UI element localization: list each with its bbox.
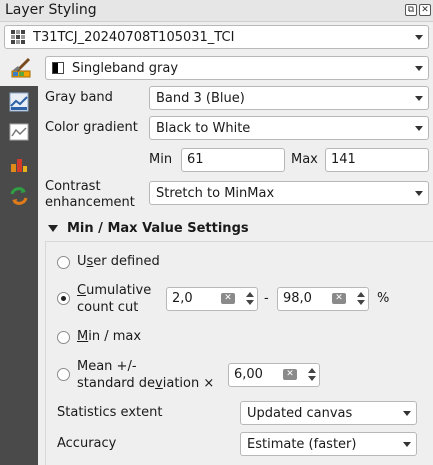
accuracy-value: Estimate (faster): [247, 436, 357, 452]
cut-high-spinbox[interactable]: 98,0 ✕: [277, 287, 369, 311]
stats-extent-value: Updated canvas: [247, 405, 353, 421]
mean-label-line2[interactable]: standard deviation ×: [77, 376, 214, 391]
raster-layer-icon: [11, 30, 25, 44]
panel-titlebar: Layer Styling ⧉ ✕: [0, 0, 433, 22]
contrast-label-line2: enhancement: [45, 195, 135, 210]
stats-extent-select[interactable]: Updated canvas: [240, 401, 417, 425]
max-input[interactable]: 141: [325, 148, 429, 172]
percent-unit: %: [377, 291, 390, 306]
chevron-down-icon: [410, 65, 428, 71]
histogram-icon[interactable]: [9, 154, 29, 174]
contrast-enhancement-select[interactable]: Stretch to MinMax: [149, 181, 429, 205]
spin-arrows-icon[interactable]: [307, 366, 317, 384]
clear-icon[interactable]: ✕: [221, 293, 235, 304]
panel-title: Layer Styling: [5, 2, 97, 18]
chevron-down-icon: [410, 95, 428, 101]
color-gradient-select[interactable]: Black to White: [149, 116, 429, 140]
spin-arrows-icon[interactable]: [245, 290, 255, 308]
float-icon[interactable]: ⧉: [405, 4, 417, 16]
min-label: Min: [149, 152, 173, 167]
contrast-enhancement-value: Stretch to MinMax: [156, 185, 275, 201]
mean-stddev-radio[interactable]: [57, 368, 70, 381]
chevron-down-icon: [398, 410, 416, 416]
chevron-down-icon: [398, 441, 416, 447]
minmax-label[interactable]: Min / max: [77, 329, 141, 344]
gray-band-label: Gray band: [45, 90, 113, 105]
gradient-icon: [52, 62, 64, 74]
paint-brush-icon: [9, 57, 35, 79]
cut-high-value: 98,0: [283, 291, 312, 306]
gray-band-select[interactable]: Band 3 (Blue): [149, 86, 429, 110]
color-gradient-value: Black to White: [156, 120, 251, 136]
min-input[interactable]: 61: [181, 148, 285, 172]
user-defined-label[interactable]: User defined: [77, 254, 160, 269]
cumulative-label-line1[interactable]: Cumulative: [77, 283, 151, 298]
renderer-select[interactable]: Singleband gray: [45, 56, 429, 80]
gray-band-value: Band 3 (Blue): [156, 90, 245, 106]
history-icon[interactable]: [9, 186, 29, 206]
layer-select[interactable]: T31TCJ_20240708T105031_TCI: [4, 25, 429, 49]
spin-arrows-icon[interactable]: [356, 290, 366, 308]
mean-label-line1[interactable]: Mean +/-: [77, 359, 137, 374]
clear-icon[interactable]: ✕: [332, 293, 346, 304]
stats-extent-label: Statistics extent: [57, 405, 163, 420]
chevron-down-icon: [410, 34, 428, 40]
renderer-select-value: Singleband gray: [72, 60, 179, 76]
collapse-arrow-icon: [48, 224, 58, 232]
symbology-icon[interactable]: [9, 92, 29, 112]
user-defined-radio[interactable]: [57, 256, 70, 269]
chevron-down-icon: [410, 125, 428, 131]
close-icon[interactable]: ✕: [419, 4, 431, 16]
cut-separator: -: [264, 291, 269, 306]
contrast-label-line1: Contrast: [45, 179, 101, 194]
transparency-icon[interactable]: [9, 122, 29, 142]
minmax-radio[interactable]: [57, 331, 70, 344]
accuracy-label: Accuracy: [57, 436, 117, 451]
max-label: Max: [291, 152, 318, 167]
color-gradient-label: Color gradient: [45, 120, 138, 135]
layer-select-value: T31TCJ_20240708T105031_TCI: [33, 29, 235, 45]
minmax-section-title: Min / Max Value Settings: [67, 220, 249, 236]
chevron-down-icon: [410, 190, 428, 196]
cumulative-label-line2[interactable]: count cut: [77, 300, 138, 315]
cut-low-spinbox[interactable]: 2,0 ✕: [166, 287, 258, 311]
minmax-section-header[interactable]: Min / Max Value Settings: [45, 219, 249, 237]
cut-low-value: 2,0: [172, 291, 193, 306]
clear-icon[interactable]: ✕: [283, 369, 297, 380]
accuracy-select[interactable]: Estimate (faster): [240, 432, 417, 456]
stddev-spinbox[interactable]: 6,00 ✕: [228, 363, 320, 387]
stddev-value: 6,00: [234, 367, 263, 382]
style-sidebar: [0, 86, 38, 465]
cumulative-count-cut-radio[interactable]: [57, 292, 70, 305]
